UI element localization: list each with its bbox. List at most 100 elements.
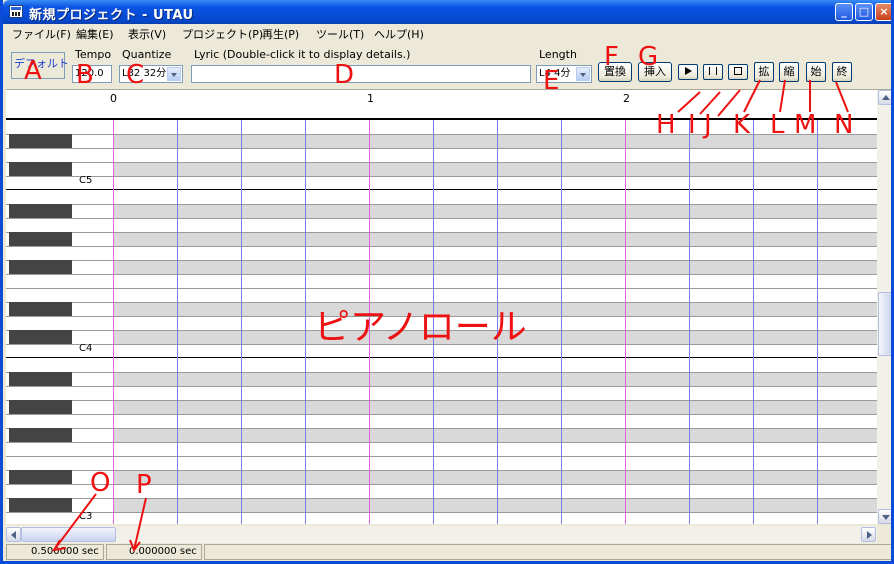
menu-bar: ファイル(F) 編集(E) 表示(V) プロジェクト(P) 再生(P) ツール(… bbox=[6, 24, 891, 43]
black-key[interactable] bbox=[9, 400, 72, 414]
annotation-f: F bbox=[604, 42, 619, 72]
beat-line bbox=[753, 120, 754, 524]
lane-line bbox=[6, 260, 877, 261]
window-title: 新規プロジェクト - UTAU bbox=[29, 8, 194, 23]
go-start-button[interactable]: 始 bbox=[806, 62, 826, 82]
black-key-lane bbox=[113, 372, 877, 386]
lane-line bbox=[6, 176, 877, 177]
black-key[interactable] bbox=[9, 302, 72, 316]
measure-number: 1 bbox=[367, 92, 374, 105]
menu-help[interactable]: ヘルプ(H) bbox=[374, 26, 424, 42]
lane-line bbox=[6, 148, 877, 149]
scroll-up-button[interactable] bbox=[878, 90, 891, 105]
measure-number: 0 bbox=[110, 92, 117, 105]
minimize-button[interactable]: _ bbox=[835, 3, 853, 21]
black-key[interactable] bbox=[9, 498, 72, 512]
black-key-lane bbox=[113, 134, 877, 148]
lane-line bbox=[6, 162, 877, 163]
lane-line bbox=[6, 218, 877, 219]
black-key-lane bbox=[113, 428, 877, 442]
annotation-k: K bbox=[733, 110, 751, 140]
bar-line bbox=[113, 120, 114, 524]
maximize-button[interactable]: □ bbox=[855, 3, 873, 21]
lyric-input[interactable] bbox=[191, 65, 531, 83]
horizontal-scroll-thumb[interactable] bbox=[21, 527, 116, 542]
scroll-down-button[interactable] bbox=[878, 509, 891, 524]
scroll-right-button[interactable] bbox=[861, 527, 876, 542]
black-key[interactable] bbox=[9, 134, 72, 148]
annotation-d: D bbox=[334, 60, 355, 90]
annotation-g: G bbox=[638, 42, 659, 72]
lane-line bbox=[6, 274, 877, 275]
black-key[interactable] bbox=[9, 260, 72, 274]
go-end-button[interactable]: 終 bbox=[832, 62, 852, 82]
lane-line bbox=[6, 246, 877, 247]
close-button[interactable]: × bbox=[875, 3, 891, 21]
lane-line bbox=[6, 442, 877, 443]
black-key[interactable] bbox=[9, 162, 72, 176]
cursor-time: 0.000000 sec bbox=[106, 544, 202, 560]
stop-button[interactable] bbox=[728, 64, 748, 80]
black-key[interactable] bbox=[9, 330, 72, 344]
octave-line bbox=[6, 357, 877, 358]
chevron-right-icon bbox=[867, 531, 872, 539]
menu-play[interactable]: 再生(P) bbox=[262, 26, 299, 42]
lane-line bbox=[6, 428, 877, 429]
annotation-c: C bbox=[126, 60, 145, 90]
lane-line bbox=[6, 288, 877, 289]
menu-file[interactable]: ファイル(F) bbox=[12, 26, 71, 42]
total-time: 0.500000 sec bbox=[6, 544, 104, 560]
bar-line bbox=[625, 120, 626, 524]
annotation-i: I bbox=[688, 110, 696, 140]
black-key[interactable] bbox=[9, 204, 72, 218]
black-key-lane bbox=[113, 204, 877, 218]
lane-line bbox=[6, 302, 877, 303]
key-label-c3: C3 bbox=[79, 511, 93, 522]
menu-edit[interactable]: 編集(E) bbox=[76, 26, 114, 42]
horizontal-scrollbar[interactable] bbox=[6, 526, 877, 543]
chevron-left-icon bbox=[11, 531, 16, 539]
black-key-lane bbox=[113, 162, 877, 176]
annotation-b: B bbox=[76, 60, 94, 90]
lane-line bbox=[6, 232, 877, 233]
lane-line bbox=[6, 414, 877, 415]
play-button[interactable] bbox=[678, 64, 698, 80]
play-icon bbox=[684, 67, 692, 75]
black-key[interactable] bbox=[9, 232, 72, 246]
black-key-lane bbox=[113, 498, 877, 512]
stop-icon bbox=[734, 67, 742, 75]
title-bar[interactable]: 新規プロジェクト - UTAU _ □ × bbox=[3, 0, 891, 24]
black-key-lane bbox=[113, 400, 877, 414]
beat-line bbox=[241, 120, 242, 524]
annotation-piano-roll: ピアノロール bbox=[314, 307, 527, 348]
annotation-j: J bbox=[704, 110, 712, 140]
beat-line bbox=[305, 120, 306, 524]
chevron-down-icon bbox=[882, 515, 890, 520]
lyric-label: Lyric (Double-click it to display detail… bbox=[194, 48, 411, 61]
lane-line bbox=[6, 400, 877, 401]
annotation-o: O bbox=[90, 468, 111, 498]
zoom-out-button[interactable]: 縮 bbox=[779, 62, 799, 82]
annotation-l: L bbox=[770, 110, 785, 140]
black-key-lane bbox=[113, 232, 877, 246]
black-key[interactable] bbox=[9, 470, 72, 484]
chevron-up-icon bbox=[882, 95, 890, 100]
pause-button[interactable] bbox=[703, 64, 723, 80]
menu-view[interactable]: 表示(V) bbox=[128, 26, 166, 42]
zoom-in-button[interactable]: 拡 bbox=[754, 62, 774, 82]
lane-line bbox=[6, 512, 877, 513]
chevron-down-icon[interactable] bbox=[167, 67, 181, 81]
vertical-scroll-thumb[interactable] bbox=[878, 292, 891, 356]
annotation-e: E bbox=[543, 66, 560, 96]
chevron-down-icon[interactable] bbox=[576, 67, 590, 81]
lane-line bbox=[6, 386, 877, 387]
scroll-left-button[interactable] bbox=[6, 527, 21, 542]
black-key[interactable] bbox=[9, 428, 72, 442]
measure-number: 2 bbox=[623, 92, 630, 105]
beat-line bbox=[689, 120, 690, 524]
menu-project[interactable]: プロジェクト(P) bbox=[182, 26, 263, 42]
black-key[interactable] bbox=[9, 372, 72, 386]
annotation-h: H bbox=[656, 110, 676, 140]
status-empty bbox=[204, 544, 891, 560]
menu-tools[interactable]: ツール(T) bbox=[316, 26, 364, 42]
